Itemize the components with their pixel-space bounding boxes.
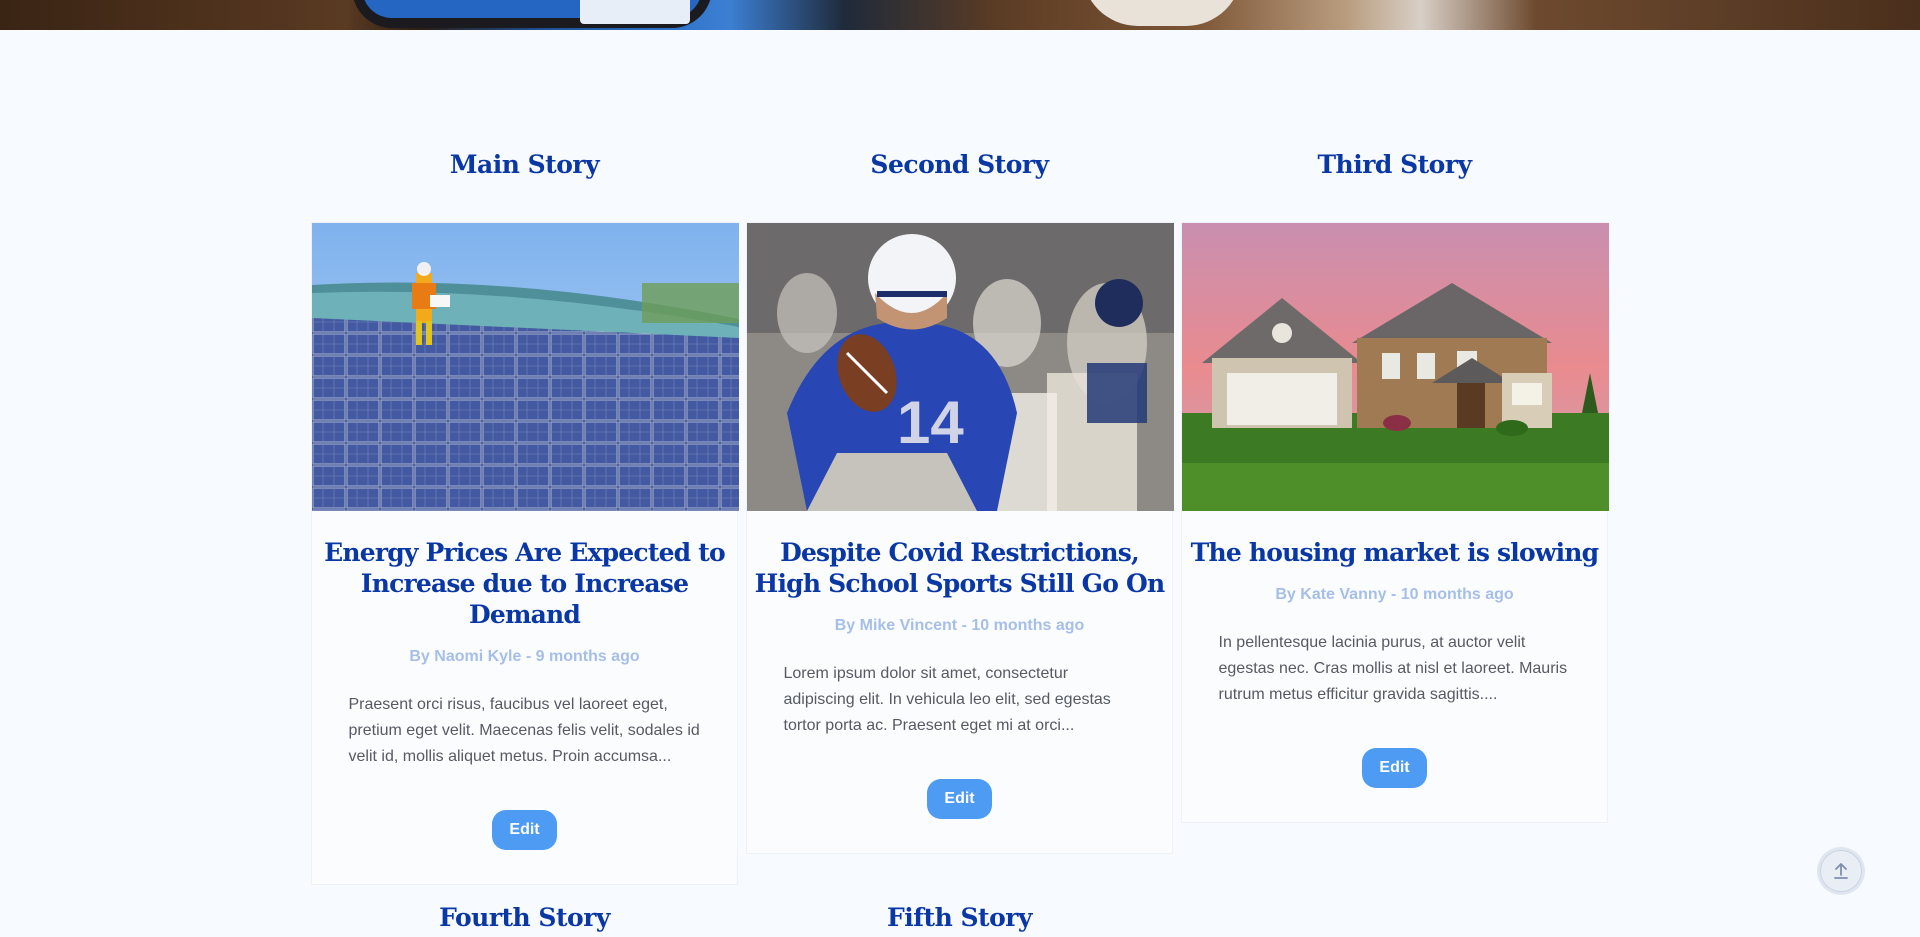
- story-column-1: Main Story Energy Prices Are Expected to…: [311, 150, 739, 885]
- story-excerpt: Praesent orci risus, faucibus vel laoree…: [348, 696, 700, 765]
- story-byline: By Kate Vanny - 10 months ago: [1275, 586, 1514, 603]
- mug-image-fragment: [1082, 0, 1242, 26]
- story-grid: Main Story Energy Prices Are Expected to…: [311, 150, 1609, 885]
- solar-panels-photo[interactable]: [312, 223, 739, 511]
- story-card: The housing market is slowing By Kate Va…: [1181, 222, 1609, 823]
- column-title-fourth: Fourth Story: [439, 903, 610, 932]
- story-column-3: Third Story The housing market is slowin…: [1181, 150, 1609, 823]
- edit-button[interactable]: Edit: [1362, 748, 1427, 788]
- story-byline: By Naomi Kyle - 9 months ago: [409, 648, 640, 665]
- scroll-to-top-button[interactable]: [1820, 850, 1862, 892]
- hero-banner-strip: [0, 0, 1920, 30]
- svg-text:14: 14: [897, 389, 964, 456]
- lower-story-titles: Fourth Story Fifth Story: [311, 903, 1609, 937]
- edit-button[interactable]: Edit: [492, 810, 557, 850]
- story-excerpt: Lorem ipsum dolor sit amet, consectetur …: [783, 665, 1111, 734]
- stories-section: Main Story Energy Prices Are Expected to…: [311, 150, 1609, 885]
- football-player-photo[interactable]: 14: [747, 223, 1174, 511]
- column-title: Main Story: [449, 150, 600, 179]
- arrow-up-icon: [1834, 863, 1848, 879]
- story-column-2: Second Story 14 Despite Covid Restrictio…: [746, 150, 1174, 854]
- story-title[interactable]: Despite Covid Restrictions, High School …: [747, 511, 1172, 599]
- phone-button-fragment: [580, 0, 690, 24]
- story-title[interactable]: Energy Prices Are Expected to Increase d…: [312, 511, 737, 630]
- column-title: Third Story: [1317, 150, 1472, 179]
- edit-button[interactable]: Edit: [927, 779, 992, 819]
- column-title-fifth: Fifth Story: [887, 903, 1032, 932]
- story-card: Energy Prices Are Expected to Increase d…: [311, 222, 739, 885]
- story-excerpt: In pellentesque lacinia purus, at auctor…: [1218, 634, 1568, 703]
- house-photo[interactable]: [1182, 223, 1609, 511]
- story-title[interactable]: The housing market is slowing: [1182, 511, 1607, 568]
- story-byline: By Mike Vincent - 10 months ago: [834, 617, 1085, 634]
- story-card: 14 Despite Covid Restrictions, High Scho…: [746, 222, 1174, 854]
- column-title: Second Story: [870, 150, 1049, 179]
